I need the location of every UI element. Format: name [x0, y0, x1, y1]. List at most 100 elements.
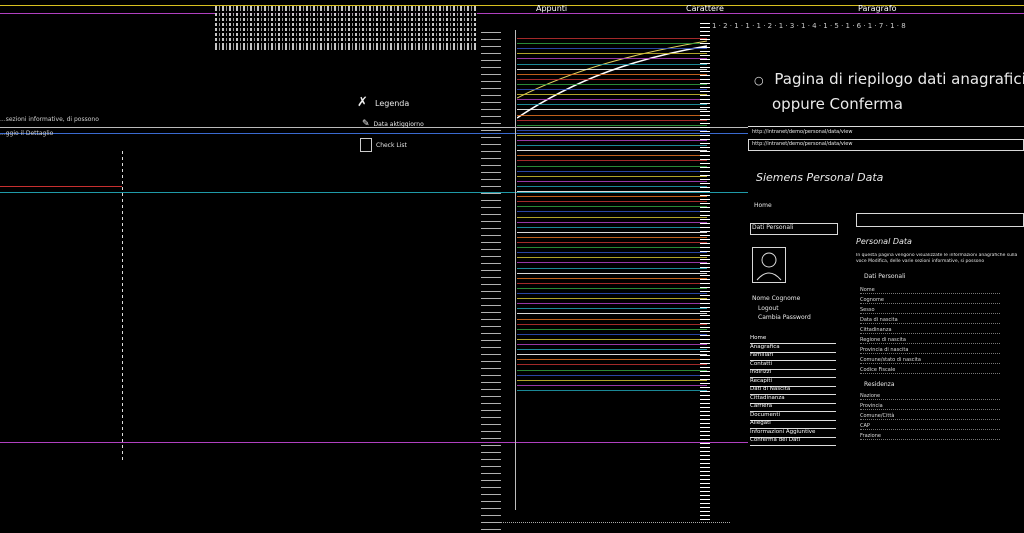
tab-paragrafo[interactable]: Paragrafo — [858, 4, 897, 13]
form-field-label: Regione di nascita — [860, 337, 1000, 344]
form-field-label: CAP — [860, 423, 1000, 430]
thumbnail-row — [517, 140, 707, 141]
thumbnail-row — [517, 303, 707, 305]
tabs-toolbar[interactable] — [856, 213, 1024, 227]
thumbnail-row — [517, 43, 707, 45]
legend-icon: ✗ — [357, 95, 368, 110]
thumbnail-row — [517, 247, 707, 249]
intro-text: In questa pagina vengono visualizzate le… — [856, 253, 1018, 264]
form-field-label: Frazione — [860, 433, 1000, 440]
left-red-divider — [0, 186, 122, 187]
form-field-label: Sesso — [860, 307, 1000, 314]
thumbnail-row — [517, 369, 707, 371]
thumbnail-row — [517, 231, 707, 233]
thumbnail-row — [517, 63, 707, 65]
horizontal-ruler: 1 · 2 · 1 · 1 · 1 · 2 · 1 · 3 · 1 · 4 · … — [712, 22, 906, 30]
form-field-label: Comune/stato di nascita — [860, 357, 1000, 364]
data-update-label: Data aktiggiorno — [373, 120, 424, 128]
slide-edge-ticks — [700, 20, 710, 520]
tab-appunti[interactable]: Appunti — [536, 4, 567, 13]
thumbnail-row — [517, 293, 707, 294]
thumbnail-row — [517, 201, 707, 203]
thumbnail-row — [517, 155, 707, 157]
thumbnail-row — [517, 298, 707, 300]
thumbnail-row — [517, 119, 707, 121]
section-residenza: Residenza — [864, 381, 895, 388]
ribbon-image-overlay — [215, 10, 477, 46]
slide-thumbnail-rows — [517, 38, 707, 398]
thumbnail-row — [517, 328, 707, 330]
user-icon — [756, 252, 782, 281]
thumbnail-row — [517, 160, 707, 162]
browser-url: http://intranet/demo/personal/data/view — [752, 129, 853, 135]
data-update-link[interactable]: ✎ Data aktiggiorno — [362, 119, 424, 129]
bullet-text-2: oppure Conferma — [772, 95, 903, 113]
thumbnail-row — [517, 58, 707, 60]
thumbnail-row — [517, 236, 707, 238]
form-field-label: Provincia di nascita — [860, 347, 1000, 354]
thumbnail-row — [517, 318, 707, 320]
thumbnail-row — [517, 252, 707, 254]
thumbnail-row — [517, 68, 707, 70]
thumbnail-row — [517, 338, 707, 340]
thumbnail-row — [517, 242, 707, 243]
sidebar-header-label: Dati Personali — [752, 224, 794, 231]
form-field-label: Codice Fiscale — [860, 367, 1000, 374]
thumbnail-row — [517, 349, 707, 351]
form-field-label: Nome — [860, 287, 1000, 294]
checklist-label: Check List — [376, 141, 407, 149]
thumbnail-row — [517, 150, 707, 152]
thumbnail-row — [517, 89, 707, 90]
form-field-label: Provincia — [860, 403, 1000, 410]
thumbnail-row — [517, 216, 707, 218]
thumbnail-row — [517, 180, 707, 182]
sidebar-item[interactable]: Conferma dei Dati — [750, 437, 836, 446]
calendar-icon: ✎ — [362, 119, 370, 129]
thumbnail-row — [517, 165, 707, 167]
thumbnail-row — [517, 94, 707, 96]
thumbnail-row — [517, 170, 707, 172]
thumbnail-row — [517, 99, 707, 101]
thumbnail-row — [517, 114, 707, 116]
thumbnail-row — [517, 221, 707, 223]
bullet-icon: ○ — [754, 74, 764, 87]
thumbnail-row — [517, 323, 707, 325]
thumbnail-row — [517, 267, 707, 269]
thumbnail-row — [517, 344, 707, 345]
change-password-link[interactable]: Cambia Password — [758, 314, 811, 321]
thumbnail-row — [517, 53, 707, 55]
thumbnail-row — [517, 333, 707, 335]
thumbnail-row — [517, 277, 707, 279]
vertical-ruler — [481, 30, 501, 530]
thumbnail-row — [517, 374, 707, 376]
thumbnail-row — [517, 185, 707, 187]
form-field-label: Comune/Città — [860, 413, 1000, 420]
thumbnail-row — [517, 83, 707, 85]
tab-carattere[interactable]: Carattere — [686, 4, 724, 13]
checklist-icon — [360, 138, 372, 152]
thumbnail-row — [517, 272, 707, 274]
home-link[interactable]: Home — [754, 202, 772, 209]
thumbnail-row — [517, 379, 707, 381]
logout-link[interactable]: Logout — [758, 305, 779, 312]
thumbnail-row — [517, 282, 707, 284]
bullet-text-1: ○ Pagina di riepilogo dati anagrafici pa — [754, 70, 1024, 88]
thumbnail-row — [517, 308, 707, 310]
thumbnail-row — [517, 196, 707, 198]
user-name: Nome Cognome — [752, 295, 801, 302]
site-title: Siemens Personal Data — [756, 171, 884, 184]
thumbnail-row — [517, 206, 707, 208]
top-rule-magenta — [0, 13, 1024, 14]
checklist-link[interactable]: Check List — [360, 138, 407, 152]
thumbnail-row — [517, 389, 707, 391]
left-dashed-divider — [122, 150, 123, 460]
embedded-screenshot: http://intranet/demo/personal/data/view … — [748, 126, 1024, 447]
thumbnail-row — [517, 226, 707, 228]
thumbnail-row — [517, 191, 707, 192]
middle-divider — [515, 30, 516, 510]
thumbnail-row — [517, 134, 707, 136]
legend-link[interactable]: ✗ Legenda — [357, 96, 409, 110]
thumbnail-row — [517, 175, 707, 177]
thumbnail-row — [517, 38, 707, 39]
thumbnail-row — [517, 78, 707, 80]
